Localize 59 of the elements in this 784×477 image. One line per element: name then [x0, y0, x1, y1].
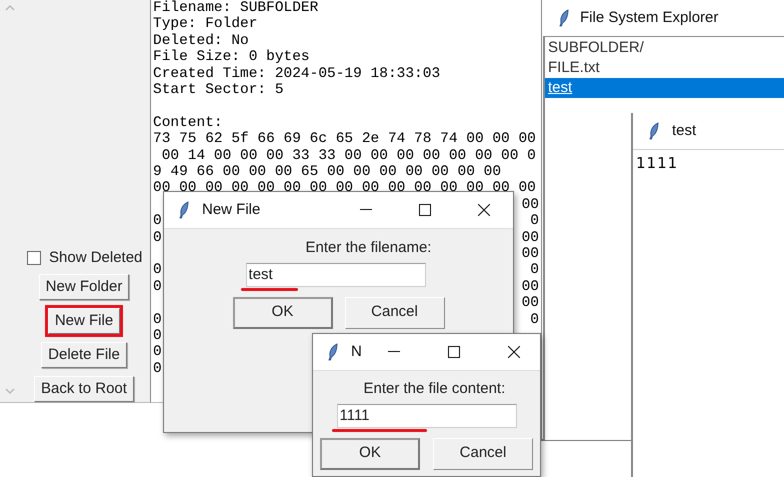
text-input-field[interactable]: test	[246, 262, 426, 286]
hex-fragment: 0	[530, 312, 539, 328]
hex-fragment: 0	[153, 328, 162, 344]
hex-fragment: 0	[153, 230, 162, 246]
window-title: File System Explorer	[580, 8, 718, 28]
dialog-title: New File	[202, 200, 260, 220]
panel-button[interactable]: Back to Root	[34, 376, 134, 402]
hex-fragment: 0	[153, 360, 162, 378]
hex-line: 73 75 62 5f 66 69 6c 65 2e 74 78 74 00 00 00	[153, 131, 536, 148]
file-list-item[interactable]: SUBFOLDER/	[545, 38, 784, 58]
detail-line: Filename: SUBFOLDER	[153, 0, 320, 16]
file-list-item[interactable]: FILE.txt	[545, 58, 784, 78]
hex-fragment: 00	[522, 278, 539, 296]
detail-line: File Size: 0 bytes	[153, 49, 311, 66]
hex-fragment: 00	[522, 196, 539, 214]
text-input-field[interactable]: 1111	[336, 404, 516, 428]
hex-fragment: 0	[153, 312, 162, 328]
detail-line: Type: Folder	[153, 16, 258, 33]
hex-fragment: 0	[530, 262, 539, 279]
file-list-item[interactable]: test	[545, 78, 784, 98]
dialog-title: N	[351, 342, 362, 362]
maximize-icon[interactable]	[448, 346, 460, 358]
prompt-label: Enter the file content:	[364, 379, 506, 399]
feather-icon	[648, 122, 660, 140]
detail-line: Start Sector: 5	[153, 82, 285, 98]
hex-fragment: 0	[153, 278, 162, 296]
hex-fragment: 00	[522, 230, 539, 246]
panel-button[interactable]: New Folder	[38, 274, 130, 300]
window-title: test	[672, 120, 696, 141]
hex-fragment: 0	[153, 262, 162, 279]
hex-line: 00 14 00 00 00 33 33 00 00 00 00 00 00 00 0	[160, 148, 536, 164]
hex-line: 9 49 66 00 00 00 65 00 00 00 00 00 00 00	[153, 164, 502, 180]
maximize-icon[interactable]	[419, 204, 432, 216]
close-icon[interactable]	[478, 204, 490, 216]
feather-icon	[327, 343, 339, 361]
hex-fragment: 0	[153, 344, 162, 361]
hex-fragment: 00	[522, 246, 539, 262]
close-icon[interactable]	[508, 346, 520, 358]
prompt-label: Enter the filename:	[306, 238, 432, 258]
detail-line: Created Time: 2024-05-19 18:33:03	[153, 66, 442, 82]
panel-button[interactable]: Delete File	[41, 342, 127, 368]
dialog-button[interactable]: OK	[232, 296, 332, 328]
file-content-text: 1111	[635, 153, 680, 174]
minimize-icon[interactable]	[360, 209, 372, 211]
dialog-button[interactable]: OK	[320, 438, 420, 470]
hex-fragment: 00	[522, 295, 539, 312]
hex-fragment: 0	[153, 213, 162, 230]
hex-line: 00 00 00 00 00 00 00 00 00 00 00 00 00 00 00	[153, 180, 536, 197]
show-deleted-checkbox[interactable]	[27, 251, 41, 266]
dialog-button[interactable]: Cancel	[344, 296, 444, 328]
dialog-button[interactable]: Cancel	[433, 438, 533, 470]
feather-icon	[558, 9, 570, 27]
feather-icon	[178, 201, 190, 219]
show-deleted-label: Show Deleted	[49, 248, 142, 268]
detail-line: Deleted: No	[153, 32, 250, 50]
panel-button[interactable]: New File	[48, 308, 120, 334]
minimize-icon[interactable]	[388, 351, 400, 353]
hex-fragment: 0	[530, 213, 539, 230]
content-label: Content:	[153, 114, 224, 132]
